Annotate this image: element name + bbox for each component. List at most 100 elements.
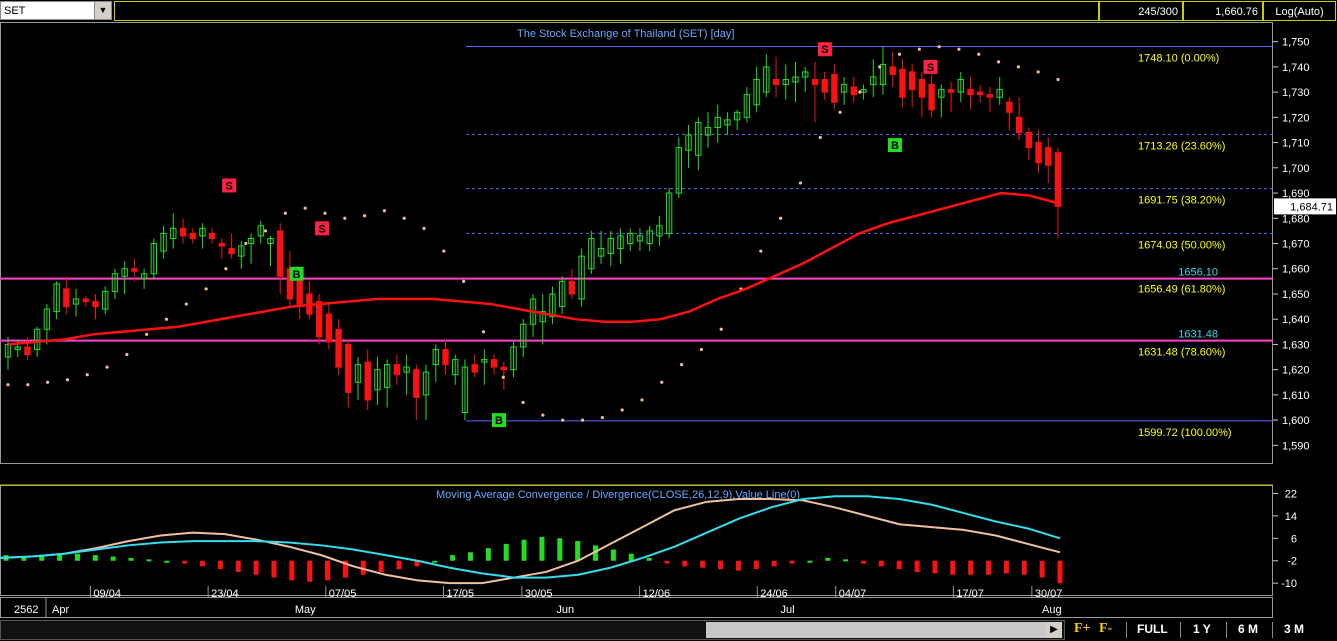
sar-dot: [957, 47, 961, 51]
candle-body: [918, 79, 926, 98]
candle-body: [393, 364, 401, 376]
date-label: 09/04: [93, 588, 121, 600]
macd-histogram-bar: [325, 560, 331, 581]
macd-histogram-bar: [146, 559, 152, 562]
sar-dot: [1036, 70, 1040, 74]
macd-histogram-bar: [217, 560, 223, 570]
candle-body: [908, 71, 916, 91]
candle-body: [345, 343, 352, 393]
candle-body: [131, 268, 138, 272]
macd-histogram-bar: [378, 560, 384, 572]
range-1y-button[interactable]: 1 Y: [1193, 622, 1211, 636]
sar-dot: [798, 181, 803, 185]
macd-histogram-bar: [271, 560, 277, 578]
macd-histogram-bar: [182, 560, 188, 564]
scale-mode-button[interactable]: Log(Auto): [1263, 1, 1336, 21]
sar-dot: [303, 206, 307, 210]
horizontal-level-label: 1656.10: [1178, 267, 1218, 279]
macd-histogram-bar: [92, 555, 98, 561]
macd-histogram-bar: [682, 560, 688, 567]
sar-dot: [600, 415, 604, 420]
sar-dot: [521, 400, 525, 405]
y-tick-label: 1,730: [1282, 87, 1310, 99]
sar-dot: [125, 352, 129, 357]
macd-histogram-bar: [950, 560, 956, 575]
sar-dot: [838, 110, 842, 114]
range-3m-button[interactable]: 3 M: [1284, 622, 1304, 636]
macd-histogram-bar: [718, 560, 724, 570]
macd-histogram-bar: [753, 560, 759, 570]
macd-y-tick-label: 6: [1291, 533, 1297, 545]
macd-histogram-bar: [735, 560, 741, 571]
candle-body: [442, 348, 449, 366]
candle-body: [92, 301, 99, 308]
macd-histogram-bar: [235, 560, 241, 572]
chart-scrollbar[interactable]: ▶: [0, 620, 1065, 640]
candle-body: [277, 230, 284, 277]
macd-histogram-bar: [968, 560, 974, 575]
signal-line: [0, 498, 1061, 585]
candle-body: [889, 66, 896, 75]
month-label: May: [295, 604, 316, 616]
candle-body: [947, 89, 955, 93]
price-panel-frame: [0, 22, 1273, 464]
sar-dot: [283, 211, 287, 215]
macd-histogram-bar: [986, 560, 992, 575]
sar-dot: [719, 327, 723, 331]
zoom-in-button[interactable]: F+: [1074, 621, 1091, 637]
sar-dot: [26, 383, 30, 387]
candle-body: [928, 84, 935, 111]
macd-histogram-bar: [610, 549, 616, 561]
macd-histogram-bar: [807, 560, 813, 563]
sar-dot: [462, 279, 466, 283]
zoom-out-button[interactable]: F-: [1099, 621, 1112, 637]
macd-histogram-bar: [628, 553, 634, 561]
candle-body: [471, 364, 478, 373]
candle-body: [1015, 116, 1023, 133]
chart-area[interactable]: 1,590 1,600 1,610 1,620 1,630 1,640 1,650 1,660…: [0, 22, 1337, 619]
scroll-right-arrow-icon[interactable]: ▶: [1046, 622, 1062, 638]
range-full-button[interactable]: FULL: [1137, 622, 1168, 636]
signal-label: S: [927, 62, 934, 74]
macd-histogram-bar: [932, 560, 938, 574]
macd-histogram-bar: [825, 557, 831, 561]
info-field: [114, 1, 1099, 21]
chevron-down-icon[interactable]: ▼: [94, 2, 111, 19]
candle-body: [811, 79, 819, 86]
macd-histogram-bar: [878, 560, 884, 567]
year-label: 2562: [14, 604, 38, 616]
candle-body: [967, 89, 974, 96]
macd-histogram-bar: [539, 536, 545, 561]
y-tick-label: 1,650: [1282, 289, 1310, 301]
candle-body: [500, 366, 508, 371]
sar-dot: [660, 380, 664, 384]
macd-histogram-bar: [307, 560, 313, 582]
sar-dot: [481, 330, 486, 334]
sar-dot: [759, 249, 763, 253]
candle-body: [82, 298, 89, 303]
date-label: 17/05: [446, 588, 474, 600]
horizontal-level-label: 1631.48: [1178, 329, 1218, 341]
macd-histogram-bar: [914, 560, 920, 572]
y-tick-label: 1,710: [1282, 138, 1310, 150]
symbol-select[interactable]: SET ▼: [0, 1, 112, 20]
sar-dot: [85, 373, 89, 377]
scrollbar-thumb[interactable]: [706, 622, 1046, 638]
candle-body: [850, 86, 858, 96]
candle-body: [1006, 101, 1013, 113]
sar-dot: [818, 135, 822, 140]
macd-y-tick-label: 22: [1285, 488, 1297, 500]
macd-histogram-bar: [771, 560, 777, 567]
y-tick-label: 1,610: [1282, 390, 1310, 402]
candle-body: [1035, 142, 1042, 164]
sar-dot: [561, 418, 565, 422]
sar-dot: [640, 398, 644, 402]
macd-histogram-bar: [467, 552, 473, 561]
range-6m-button[interactable]: 6 M: [1238, 622, 1258, 636]
macd-histogram-bar: [74, 553, 80, 561]
candle-body: [364, 361, 371, 401]
signal-label: B: [891, 140, 899, 152]
sar-dot: [244, 241, 248, 246]
candle-body: [977, 91, 984, 96]
y-tick-label: 1,700: [1282, 163, 1310, 175]
